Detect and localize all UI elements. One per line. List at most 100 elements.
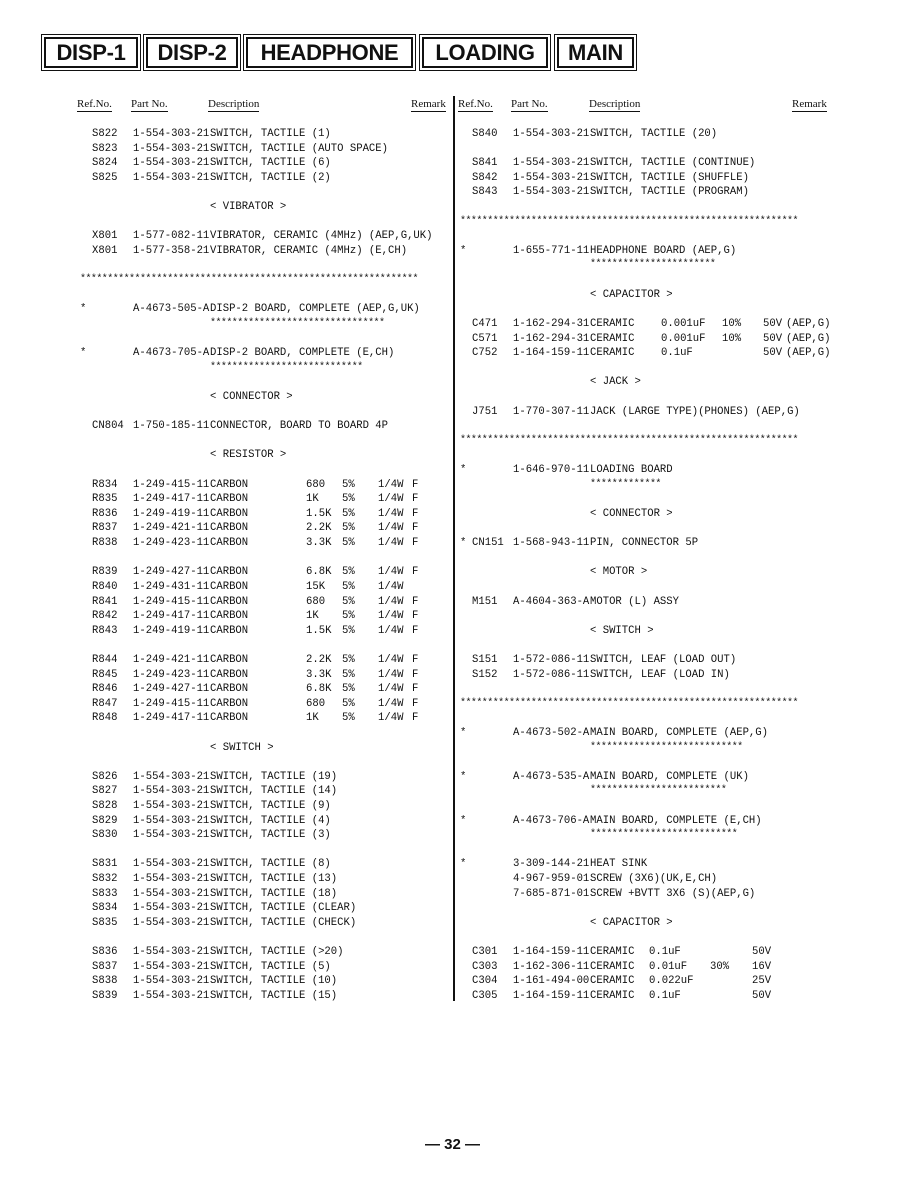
part-no: 1-249-419-11	[133, 624, 210, 637]
value: 6.8K	[306, 683, 332, 696]
part-no: 1-554-303-21	[133, 800, 210, 813]
description: SWITCH, TACTILE (AUTO SPACE)	[210, 142, 389, 155]
section-heading: < CONNECTOR >	[460, 507, 832, 522]
parts-group: < VIBRATOR >	[80, 200, 450, 215]
table-row: S823 1-554-303-21 SWITCH, TACTILE (AUTO SP…	[80, 142, 450, 157]
board-underline: ****************************	[460, 741, 832, 756]
rating: 1/4W	[378, 624, 404, 637]
part-no: 1-249-427-11	[133, 566, 210, 579]
part-no: 1-249-417-11	[133, 610, 210, 623]
stars: *************************	[590, 785, 727, 797]
separator-line: ****************************************…	[80, 273, 450, 288]
description: SWITCH, TACTILE (4)	[210, 814, 331, 827]
flag-mark: *	[460, 814, 467, 827]
ref-no: S151	[472, 653, 498, 666]
description: CERAMIC	[590, 989, 635, 1002]
description: CARBON	[210, 683, 249, 696]
section-heading: < CAPACITOR >	[460, 288, 832, 303]
section-label: < SWITCH >	[590, 624, 654, 637]
part-no: 1-554-303-21	[133, 770, 210, 783]
rating: 1/4W	[378, 478, 404, 491]
parts-list-left: S822 1-554-303-21 SWITCH, TACTILE (1) S823 1…	[80, 127, 450, 1004]
stars: ****************************	[210, 361, 363, 373]
rating: 50V	[763, 347, 783, 360]
value: 1.5K	[306, 507, 332, 520]
value: 2.2K	[306, 522, 332, 535]
stars: ****************************	[590, 741, 743, 753]
value: 1K	[306, 610, 319, 623]
table-row: R843 1-249-419-11 CARBON 1.5K 5% 1/4W F	[80, 624, 450, 639]
table-row: C303 1-162-306-11 CERAMIC 0.01uF 30% 16V	[460, 960, 832, 975]
section-label: < RESISTOR >	[210, 449, 287, 462]
description: CONNECTOR, BOARD TO BOARD 4P	[210, 420, 389, 433]
description: CARBON	[210, 712, 249, 725]
page-number: — 32 —	[425, 1136, 481, 1153]
flag-mark: *	[460, 464, 467, 477]
remark: F	[412, 610, 419, 623]
section-heading: < CONNECTOR >	[80, 390, 450, 405]
description: SWITCH, TACTILE (10)	[210, 975, 338, 988]
part-no: 1-162-306-11	[513, 960, 590, 973]
description: CARBON	[210, 697, 249, 710]
tolerance: 5%	[342, 668, 355, 681]
board-underline: ***********************	[460, 258, 832, 273]
ref-no: C303	[472, 960, 498, 973]
part-no: 1-249-417-11	[133, 712, 210, 725]
parts-group: C301 1-164-159-11 CERAMIC 0.1uF 50V C303 1-162…	[460, 945, 832, 1003]
parts-group: CN804 1-750-185-11 CONNECTOR, BOARD TO BOA…	[80, 419, 450, 434]
table-row: X801 1-577-082-11 VIBRATOR, CERAMIC (4MHz)…	[80, 229, 450, 244]
rating: 1/4W	[378, 566, 404, 579]
stars: ****************************************…	[460, 697, 799, 709]
section-label: < CAPACITOR >	[590, 288, 673, 301]
ref-no: R843	[92, 624, 118, 637]
board-underline: ****************************	[80, 361, 450, 376]
part-no: 1-249-431-11	[133, 580, 210, 593]
header-ref-left: Ref.No.	[77, 98, 112, 112]
table-row: S833 1-554-303-21 SWITCH, TACTILE (18)	[80, 887, 450, 902]
board-underline: *************	[460, 478, 832, 493]
separator-line: ****************************************…	[460, 215, 832, 230]
ref-no: R837	[92, 522, 118, 535]
parts-group: J751 1-770-307-11 JACK (LARGE TYPE)(PHONES…	[460, 405, 832, 420]
section-label: < CONNECTOR >	[210, 390, 293, 403]
table-row: S838 1-554-303-21 SWITCH, TACTILE (10)	[80, 974, 450, 989]
table-row: R845 1-249-423-11 CARBON 3.3K 5% 1/4W F	[80, 668, 450, 683]
parts-group: < CAPACITOR >	[460, 916, 832, 931]
part-no: 1-554-303-21	[133, 960, 210, 973]
parts-group: R839 1-249-427-11 CARBON 6.8K 5% 1/4W F R840 1-2…	[80, 565, 450, 638]
description: CARBON	[210, 522, 249, 535]
description: SWITCH, LEAF (LOAD IN)	[590, 668, 730, 681]
part-no: 1-249-417-11	[133, 493, 210, 506]
rating: 1/4W	[378, 507, 404, 520]
tolerance: 5%	[342, 624, 355, 637]
stars: ********************************	[210, 317, 385, 329]
ref-no: R842	[92, 610, 118, 623]
value: 2.2K	[306, 653, 332, 666]
table-row: R837 1-249-421-11 CARBON 2.2K 5% 1/4W F	[80, 521, 450, 536]
parts-group: R844 1-249-421-11 CARBON 2.2K 5% 1/4W F R845 1-2…	[80, 653, 450, 726]
section-heading: < VIBRATOR >	[80, 200, 450, 215]
table-row: S841 1-554-303-21 SWITCH, TACTILE (CONTINU…	[460, 156, 832, 171]
value: 0.001uF	[661, 332, 706, 345]
part-no: 1-164-159-11	[513, 989, 590, 1002]
table-row: * 3-309-144-21 HEAT SINK	[460, 857, 832, 872]
rating: 1/4W	[378, 668, 404, 681]
description: SWITCH, TACTILE (>20)	[210, 946, 344, 959]
value: 680	[306, 478, 326, 491]
table-row: S840 1-554-303-21 SWITCH, TACTILE (20)	[460, 127, 832, 142]
description: LOADING BOARD	[590, 464, 673, 477]
board-underline: *************************	[460, 784, 832, 799]
part-no: 1-554-303-21	[133, 975, 210, 988]
table-row: * 1-655-771-11 HEADPHONE BOARD (AEP,G)	[460, 244, 832, 259]
